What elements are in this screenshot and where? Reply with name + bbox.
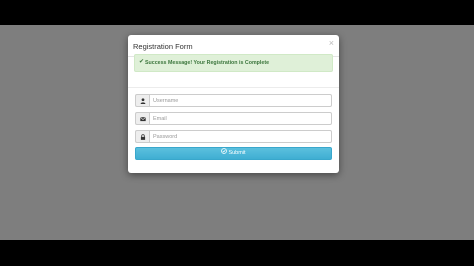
user-icon <box>135 94 149 107</box>
submit-label: Submit <box>228 150 246 156</box>
username-input[interactable] <box>149 94 332 107</box>
success-alert: ✔ Success Message! Your Registration is … <box>134 54 333 72</box>
email-input[interactable] <box>149 112 332 125</box>
success-message: Success Message! Your Registration is Co… <box>145 60 270 66</box>
username-row <box>135 94 332 107</box>
modal-title: Registration Form <box>133 42 193 51</box>
password-row <box>135 130 332 143</box>
registration-modal: Registration Form × ✔ Success Message! Y… <box>128 35 339 173</box>
submit-button[interactable]: Submit <box>135 147 332 160</box>
email-row <box>135 112 332 125</box>
circle-check-icon <box>221 148 228 159</box>
envelope-icon <box>135 112 149 125</box>
screen: Registration Form × ✔ Success Message! Y… <box>0 0 474 266</box>
divider <box>128 87 339 88</box>
check-icon: ✔ <box>139 59 145 65</box>
lock-icon <box>135 130 149 143</box>
password-input[interactable] <box>149 130 332 143</box>
close-icon[interactable]: × <box>329 39 334 48</box>
